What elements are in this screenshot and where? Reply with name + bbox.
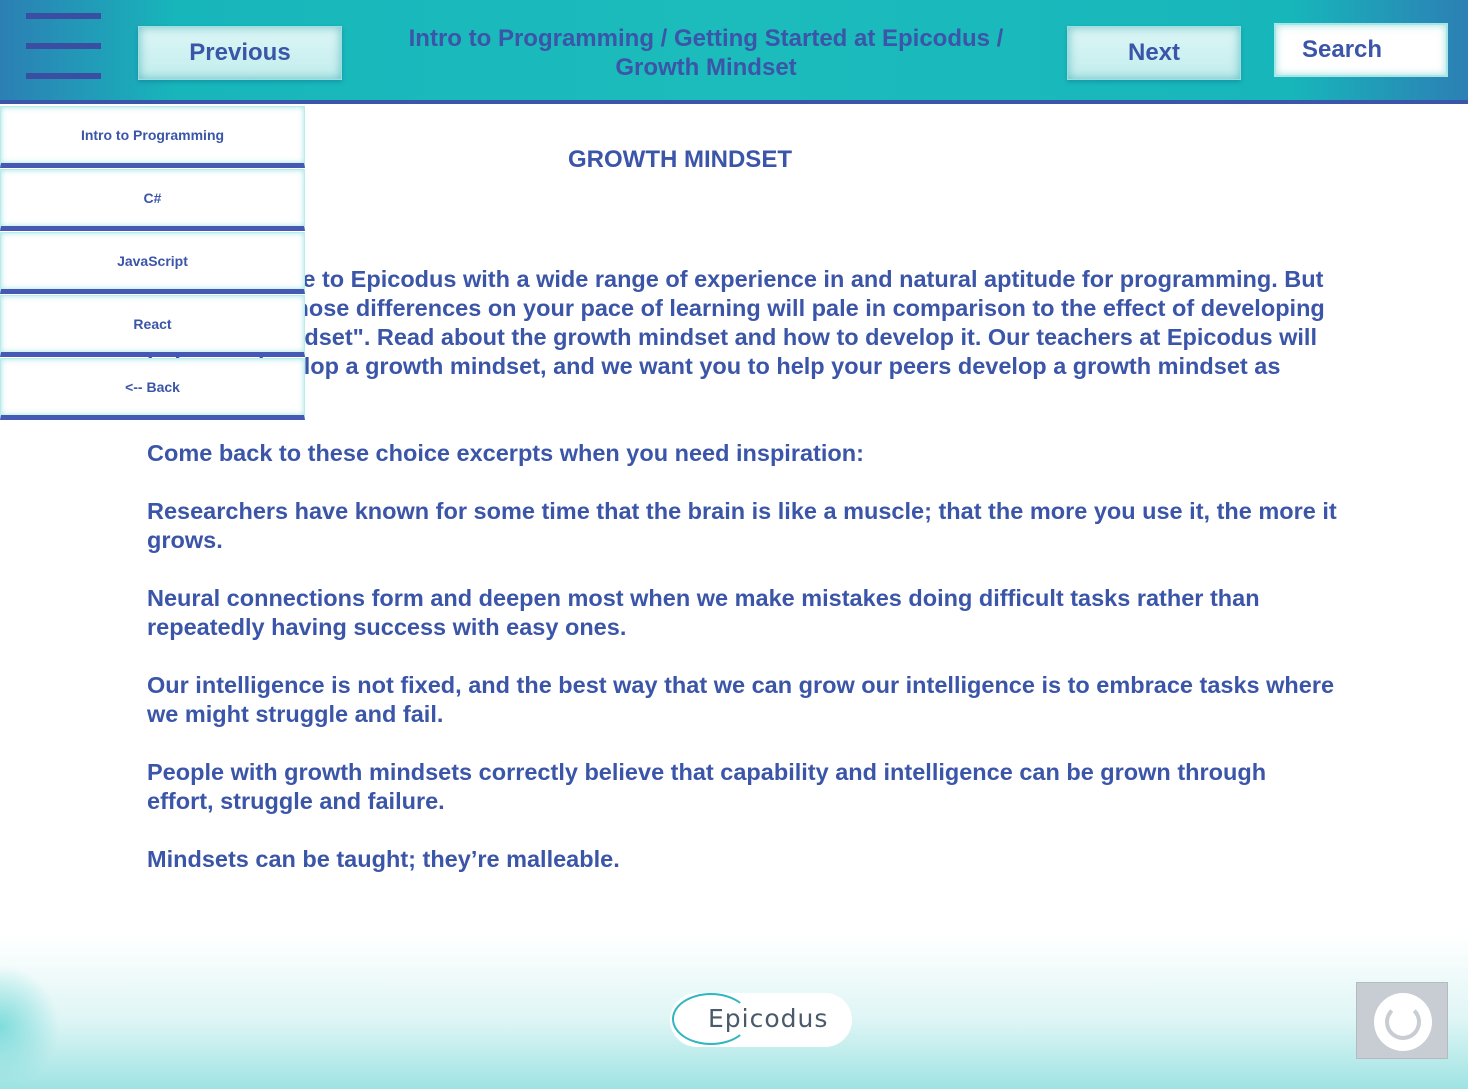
corner-action-button[interactable] (1356, 982, 1448, 1059)
epicodus-logo[interactable]: Epicodus (670, 993, 852, 1047)
lesson-content: Students come to Epicodus with a wide ra… (147, 265, 1337, 903)
menu-item-intro-to-programming[interactable]: Intro to Programming (0, 106, 305, 168)
hamburger-bar (26, 73, 101, 79)
top-header: Previous Intro to Programming / Getting … (0, 0, 1468, 104)
menu-item-javascript[interactable]: JavaScript (0, 232, 305, 294)
menu-item-back[interactable]: <-- Back (0, 358, 305, 420)
search-input[interactable] (1274, 23, 1448, 77)
breadcrumb-line-2[interactable]: Growth Mindset (390, 53, 1022, 82)
circle-icon (1374, 993, 1432, 1051)
breadcrumb: Intro to Programming / Getting Started a… (390, 24, 1022, 82)
excerpts-intro: Come back to these choice excerpts when … (147, 440, 864, 466)
logo-text: Epicodus (708, 1004, 829, 1033)
previous-button[interactable]: Previous (138, 26, 342, 80)
excerpt-paragraph: Neural connections form and deepen most … (147, 585, 1260, 640)
excerpt-paragraph: Mindsets can be taught; they’re malleabl… (147, 846, 620, 872)
breadcrumb-line-1[interactable]: Intro to Programming / Getting Started a… (390, 24, 1022, 53)
next-button[interactable]: Next (1067, 26, 1241, 80)
hamburger-bar (26, 43, 101, 49)
menu-item-csharp[interactable]: C# (0, 169, 305, 231)
excerpt-paragraph: People with growth mindsets correctly be… (147, 759, 1267, 814)
excerpt-paragraph: Researchers have known for some time tha… (147, 498, 1337, 553)
hamburger-menu-icon[interactable] (26, 13, 102, 79)
intro-paragraph: Students come to Epicodus with a wide ra… (147, 266, 1325, 408)
footer-glow (0, 965, 60, 1089)
menu-item-react[interactable]: React (0, 295, 305, 357)
excerpt-paragraph: Our intelligence is not fixed, and the b… (147, 672, 1335, 727)
side-menu: Intro to Programming C# JavaScript React… (0, 106, 305, 421)
hamburger-bar (26, 13, 101, 19)
